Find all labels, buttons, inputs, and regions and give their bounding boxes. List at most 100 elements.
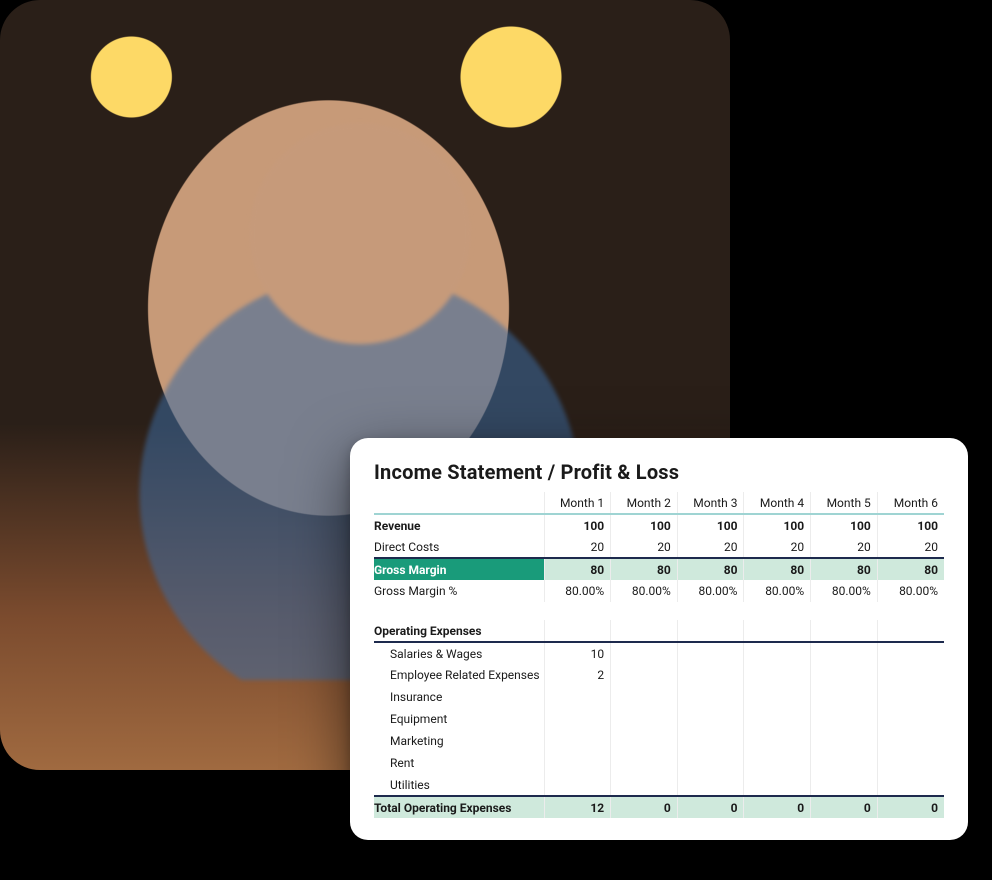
row-utilities: Utilities bbox=[374, 774, 944, 796]
row-employee-related: Employee Related Expenses 2 bbox=[374, 664, 944, 686]
cell bbox=[544, 686, 611, 708]
row-gross-margin: Gross Margin 80 80 80 80 80 80 bbox=[374, 558, 944, 580]
row-salaries: Salaries & Wages 10 bbox=[374, 642, 944, 664]
cell: 80 bbox=[744, 558, 811, 580]
header-month-1: Month 1 bbox=[544, 492, 611, 514]
cell bbox=[877, 730, 944, 752]
cell: 80.00% bbox=[877, 580, 944, 602]
cell bbox=[744, 642, 811, 664]
cell bbox=[611, 686, 678, 708]
cell: 100 bbox=[677, 514, 744, 536]
cell: 20 bbox=[544, 536, 611, 558]
header-month-5: Month 5 bbox=[811, 492, 878, 514]
cell: 100 bbox=[877, 514, 944, 536]
table-header-row: Month 1 Month 2 Month 3 Month 4 Month 5 … bbox=[374, 492, 944, 514]
card-title: Income Statement / Profit & Loss bbox=[374, 460, 944, 484]
cell bbox=[677, 620, 744, 642]
cell bbox=[544, 752, 611, 774]
cell bbox=[611, 708, 678, 730]
cell bbox=[811, 642, 878, 664]
row-label: Marketing bbox=[374, 730, 544, 752]
cell: 12 bbox=[544, 796, 611, 818]
cell bbox=[611, 774, 678, 796]
row-label: Gross Margin bbox=[374, 558, 544, 580]
cell bbox=[611, 620, 678, 642]
cell bbox=[877, 686, 944, 708]
cell bbox=[677, 752, 744, 774]
cell: 100 bbox=[544, 514, 611, 536]
cell bbox=[744, 686, 811, 708]
cell: 0 bbox=[744, 796, 811, 818]
cell bbox=[811, 752, 878, 774]
cell bbox=[744, 664, 811, 686]
cell bbox=[744, 620, 811, 642]
cell bbox=[811, 620, 878, 642]
cell bbox=[877, 708, 944, 730]
cell: 80 bbox=[877, 558, 944, 580]
cell bbox=[611, 642, 678, 664]
cell bbox=[544, 708, 611, 730]
row-direct-costs: Direct Costs 20 20 20 20 20 20 bbox=[374, 536, 944, 558]
cell: 80 bbox=[677, 558, 744, 580]
cell bbox=[677, 642, 744, 664]
row-label: Direct Costs bbox=[374, 536, 544, 558]
header-month-6: Month 6 bbox=[877, 492, 944, 514]
row-total-opex: Total Operating Expenses 12 0 0 0 0 0 bbox=[374, 796, 944, 818]
cell: 80 bbox=[544, 558, 611, 580]
cell bbox=[677, 664, 744, 686]
cell bbox=[811, 708, 878, 730]
row-label: Equipment bbox=[374, 708, 544, 730]
income-statement-card: Income Statement / Profit & Loss Month 1… bbox=[350, 438, 968, 840]
header-empty bbox=[374, 492, 544, 514]
cell bbox=[611, 730, 678, 752]
cell bbox=[877, 752, 944, 774]
row-label: Gross Margin % bbox=[374, 580, 544, 602]
row-rent: Rent bbox=[374, 752, 944, 774]
row-label: Rent bbox=[374, 752, 544, 774]
cell bbox=[811, 730, 878, 752]
cell bbox=[877, 620, 944, 642]
row-revenue: Revenue 100 100 100 100 100 100 bbox=[374, 514, 944, 536]
cell: 0 bbox=[811, 796, 878, 818]
cell: 80 bbox=[811, 558, 878, 580]
row-gross-margin-pct: Gross Margin % 80.00% 80.00% 80.00% 80.0… bbox=[374, 580, 944, 602]
cell: 80 bbox=[611, 558, 678, 580]
cell bbox=[877, 642, 944, 664]
cell bbox=[611, 664, 678, 686]
cell: 10 bbox=[544, 642, 611, 664]
cell bbox=[677, 686, 744, 708]
cell: 80.00% bbox=[811, 580, 878, 602]
cell bbox=[811, 686, 878, 708]
cell bbox=[744, 708, 811, 730]
cell: 20 bbox=[677, 536, 744, 558]
cell bbox=[677, 708, 744, 730]
spacer-row bbox=[374, 602, 944, 620]
cell bbox=[611, 752, 678, 774]
cell: 100 bbox=[611, 514, 678, 536]
row-marketing: Marketing bbox=[374, 730, 944, 752]
row-label: Insurance bbox=[374, 686, 544, 708]
cell: 80.00% bbox=[611, 580, 678, 602]
cell: 80.00% bbox=[677, 580, 744, 602]
cell bbox=[544, 730, 611, 752]
cell bbox=[544, 620, 611, 642]
header-month-2: Month 2 bbox=[611, 492, 678, 514]
header-month-3: Month 3 bbox=[677, 492, 744, 514]
cell: 0 bbox=[611, 796, 678, 818]
cell bbox=[744, 730, 811, 752]
row-label: Operating Expenses bbox=[374, 620, 544, 642]
cell: 20 bbox=[877, 536, 944, 558]
cell: 2 bbox=[544, 664, 611, 686]
cell: 0 bbox=[677, 796, 744, 818]
cell: 0 bbox=[877, 796, 944, 818]
cell bbox=[677, 774, 744, 796]
row-label: Revenue bbox=[374, 514, 544, 536]
row-opex-header: Operating Expenses bbox=[374, 620, 944, 642]
cell bbox=[811, 774, 878, 796]
row-label: Salaries & Wages bbox=[374, 642, 544, 664]
cell: 80.00% bbox=[544, 580, 611, 602]
row-equipment: Equipment bbox=[374, 708, 944, 730]
income-statement-table: Month 1 Month 2 Month 3 Month 4 Month 5 … bbox=[374, 492, 944, 818]
row-label: Employee Related Expenses bbox=[374, 664, 544, 686]
cell bbox=[811, 664, 878, 686]
